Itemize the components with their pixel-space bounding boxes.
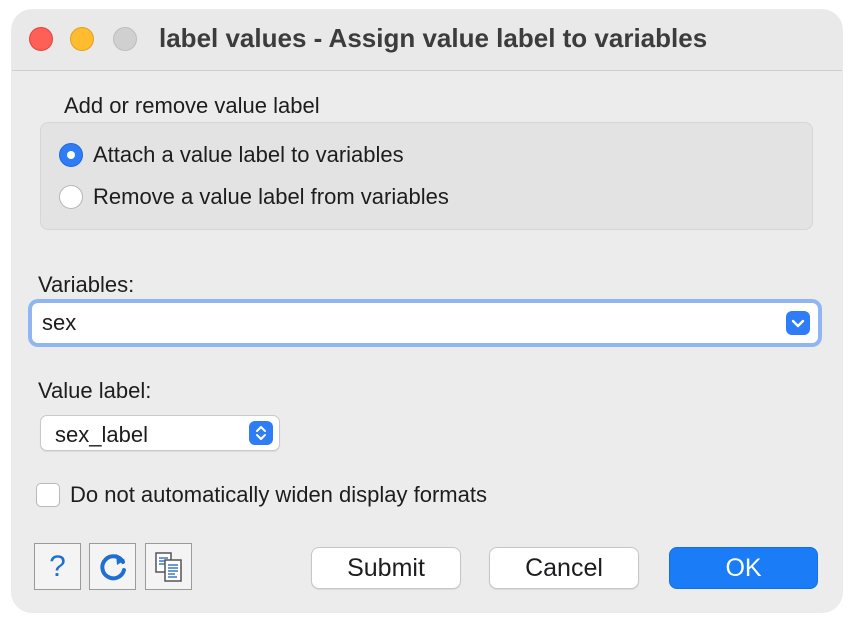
value-label-label: Value label: <box>38 378 152 403</box>
variables-combobox[interactable]: sex <box>32 303 818 343</box>
radio-attach[interactable]: Attach a value label to variables <box>59 141 404 169</box>
variables-label: Variables: <box>38 272 135 297</box>
reset-button[interactable] <box>89 543 136 590</box>
zoom-window-button[interactable] <box>113 27 137 51</box>
copy-command-icon <box>154 551 182 582</box>
value-label-selected: sex_label <box>55 422 148 447</box>
refresh-icon <box>99 553 126 580</box>
title-bar: label values - Assign value label to var… <box>12 10 842 71</box>
radio-remove-indicator[interactable] <box>59 185 83 209</box>
cancel-button[interactable]: Cancel <box>489 547 639 589</box>
add-remove-group: Attach a value label to variables Remove… <box>40 122 813 230</box>
up-down-chevron-icon[interactable] <box>249 421 273 445</box>
window-title: label values - Assign value label to var… <box>159 23 708 53</box>
value-label-popup[interactable]: sex_label <box>40 415 280 451</box>
radio-remove-label: Remove a value label from variables <box>93 184 449 209</box>
close-window-button[interactable] <box>29 27 53 51</box>
copy-command-button[interactable] <box>145 543 192 590</box>
radio-remove[interactable]: Remove a value label from variables <box>59 183 449 211</box>
variables-value[interactable]: sex <box>42 310 76 336</box>
minimize-window-button[interactable] <box>70 27 94 51</box>
ok-button[interactable]: OK <box>669 547 818 589</box>
help-button[interactable]: ? <box>34 543 81 590</box>
no-widen-option[interactable]: Do not automatically widen display forma… <box>36 480 487 510</box>
chevron-down-icon[interactable] <box>786 311 810 335</box>
no-widen-checkbox[interactable] <box>36 483 60 507</box>
no-widen-label: Do not automatically widen display forma… <box>70 482 487 507</box>
submit-button[interactable]: Submit <box>311 547 461 589</box>
group-label: Add or remove value label <box>64 93 320 118</box>
radio-attach-indicator[interactable] <box>59 143 83 167</box>
radio-attach-label: Attach a value label to variables <box>93 142 404 167</box>
dialog-window: label values - Assign value label to var… <box>12 10 842 612</box>
question-mark-icon: ? <box>49 549 66 583</box>
